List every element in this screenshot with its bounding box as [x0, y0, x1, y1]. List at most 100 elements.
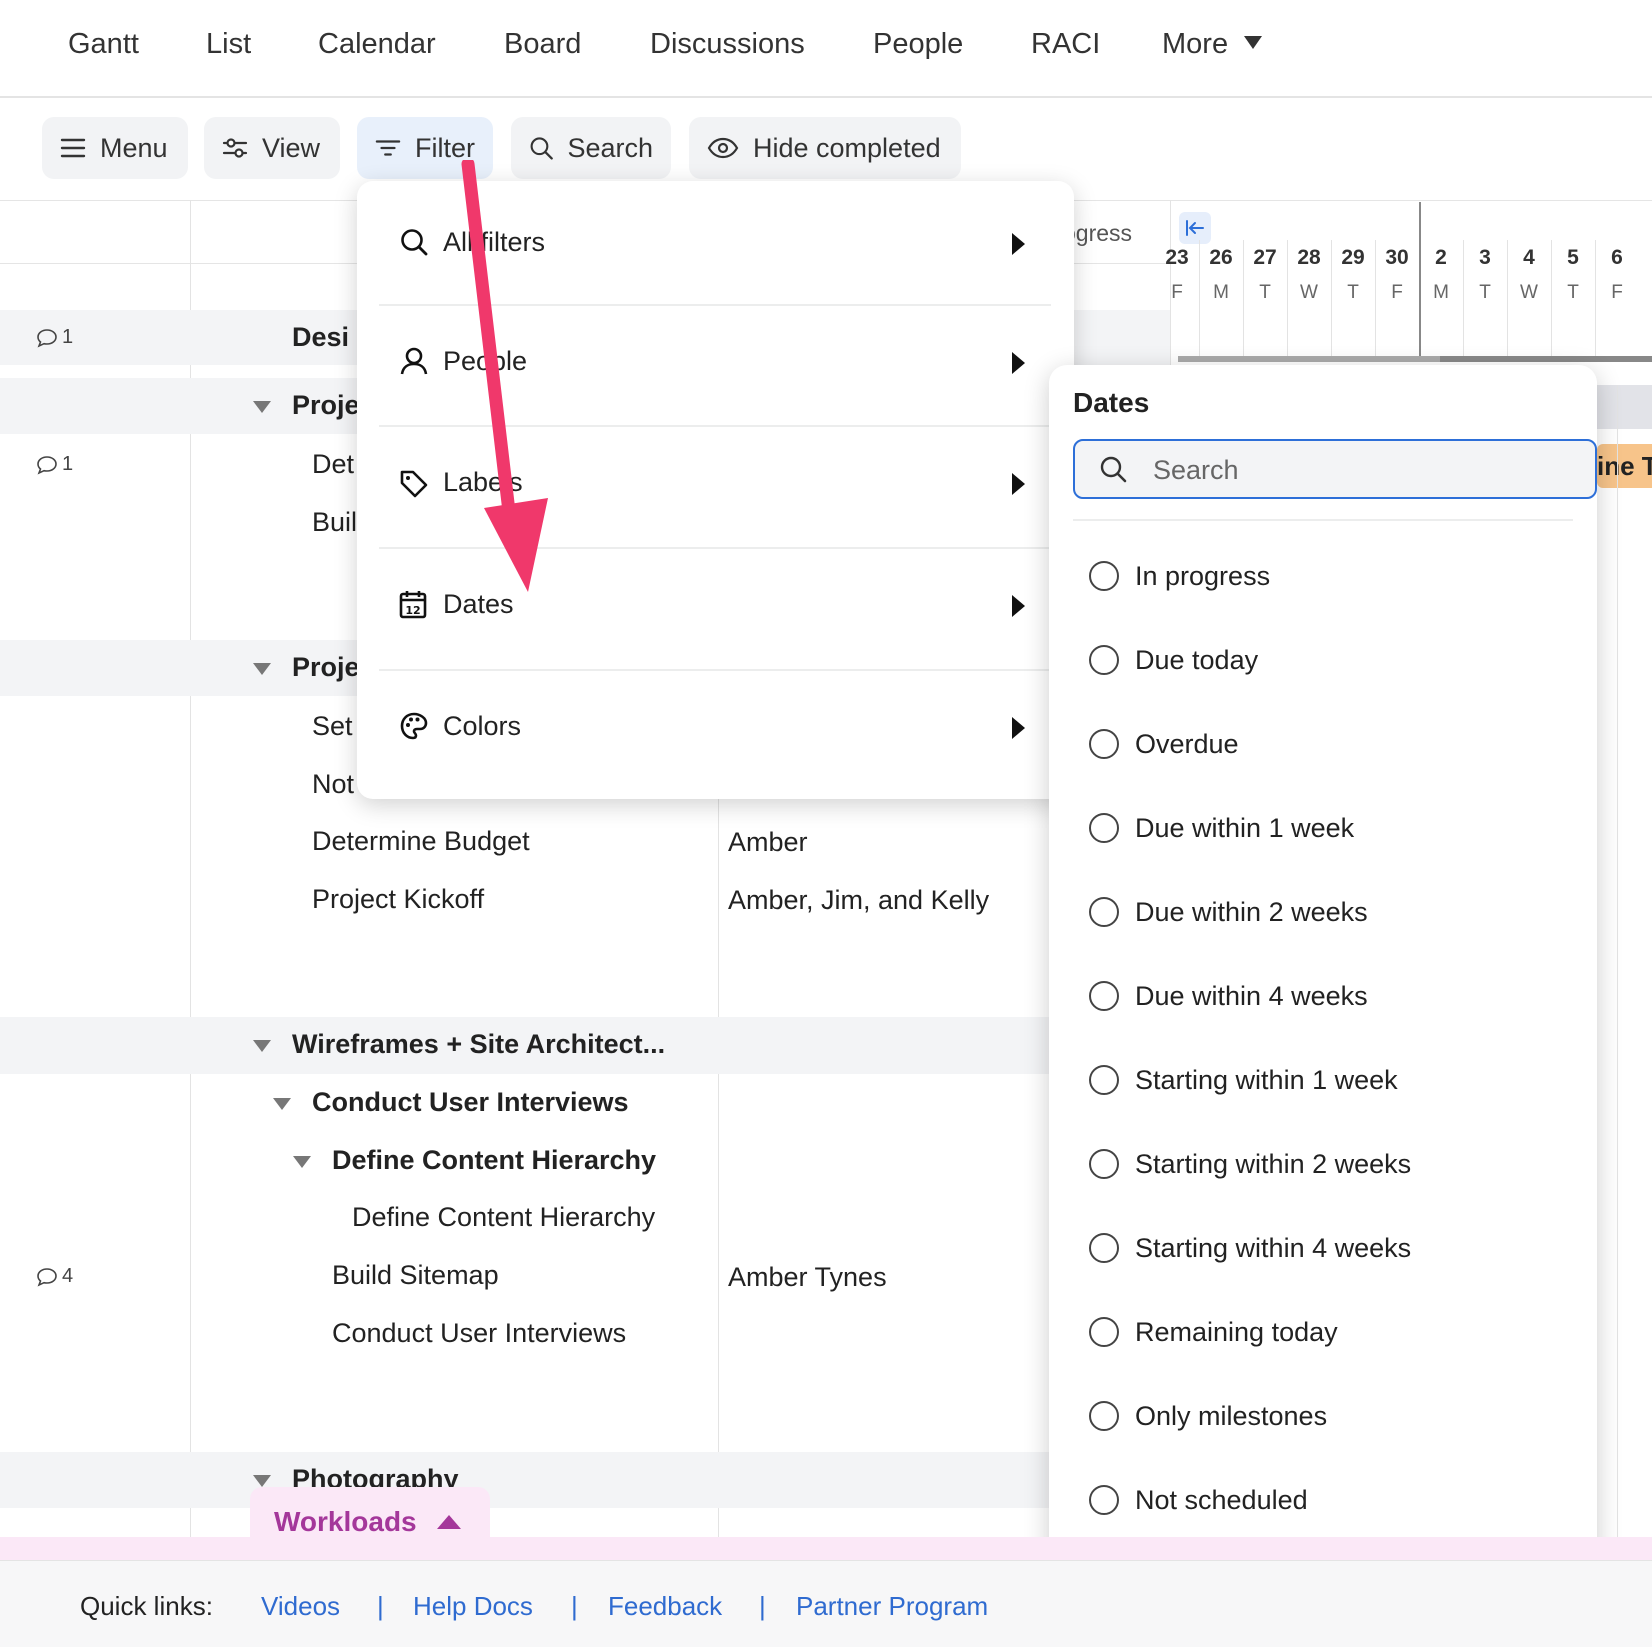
gantt-day-number: 27 — [1253, 246, 1277, 269]
chevron-right-icon — [1012, 717, 1025, 739]
radio-button[interactable] — [1089, 1401, 1119, 1431]
date-filter-option[interactable]: Starting within 2 weeks — [1089, 1144, 1411, 1184]
footer-link-partner-program[interactable]: Partner Program — [796, 1591, 988, 1622]
nav-gantt[interactable]: Gantt — [68, 28, 139, 61]
filter-menu-label: Colors — [443, 711, 522, 741]
collapse-triangle-icon[interactable] — [253, 663, 271, 675]
radio-button[interactable] — [1089, 1149, 1119, 1179]
task-row-title[interactable]: Proje — [292, 390, 360, 421]
chevron-right-icon — [1012, 233, 1025, 255]
footer-link-feedback[interactable]: Feedback — [608, 1591, 722, 1622]
collapse-triangle-icon[interactable] — [273, 1098, 291, 1110]
nav-more[interactable]: More — [1162, 28, 1263, 61]
task-row-title[interactable]: Set — [312, 711, 353, 742]
collapse-triangle-icon[interactable] — [253, 1475, 271, 1487]
collapse-triangle-icon[interactable] — [293, 1156, 311, 1168]
gantt-task-bar[interactable]: ine T — [1597, 444, 1652, 488]
nav-list[interactable]: List — [206, 28, 251, 61]
radio-button[interactable] — [1089, 561, 1119, 591]
radio-button[interactable] — [1089, 1065, 1119, 1095]
nav-people[interactable]: People — [873, 28, 963, 61]
gantt-day-number: 26 — [1209, 246, 1233, 269]
collapse-sidebar-button[interactable] — [1179, 212, 1211, 244]
comment-count-text: 1 — [62, 326, 74, 348]
comment-count[interactable]: 4 — [36, 1265, 73, 1288]
gantt-day-divider — [1595, 240, 1596, 356]
date-filter-option-label: Due today — [1135, 644, 1259, 675]
gantt-weekday: T — [1259, 282, 1271, 303]
task-row-title[interactable]: Buil — [312, 507, 357, 538]
arrow-left-to-line-icon — [1186, 220, 1204, 236]
date-filter-option[interactable]: Starting within 1 week — [1089, 1060, 1398, 1100]
date-filter-option[interactable]: Due today — [1089, 640, 1258, 680]
task-row-title[interactable]: Desi — [292, 322, 349, 353]
task-row-title[interactable]: Define Content Hierarchy — [352, 1202, 655, 1233]
comment-icon — [37, 328, 57, 348]
radio-button[interactable] — [1089, 981, 1119, 1011]
date-filter-option[interactable]: Due within 4 weeks — [1089, 976, 1368, 1016]
gantt-weekday: T — [1567, 282, 1579, 303]
task-row-title[interactable]: Wireframes + Site Architect... — [292, 1029, 665, 1060]
timeline-scroll-thumb[interactable] — [1440, 356, 1652, 362]
collapse-triangle-icon[interactable] — [253, 401, 271, 413]
gantt-day-number: 2 — [1435, 246, 1447, 269]
date-filter-option-label: Starting within 4 weeks — [1135, 1232, 1412, 1263]
date-filter-option[interactable]: Not scheduled — [1089, 1480, 1308, 1520]
radio-button[interactable] — [1089, 729, 1119, 759]
task-row-title[interactable]: Not — [312, 769, 354, 800]
task-row-title[interactable]: Determine Budget — [312, 826, 530, 857]
date-filter-option-label: Starting within 1 week — [1135, 1064, 1398, 1095]
workloads-toggle[interactable]: Workloads — [250, 1487, 490, 1557]
quick-links-label: Quick links: — [80, 1591, 213, 1621]
nav-board[interactable]: Board — [504, 28, 581, 61]
assignee-cell[interactable]: Amber Tynes — [728, 1262, 887, 1293]
radio-button[interactable] — [1089, 813, 1119, 843]
collapse-triangle-icon[interactable] — [253, 1040, 271, 1052]
nav-raci[interactable]: RACI — [1031, 28, 1100, 61]
date-filter-option[interactable]: Due within 1 week — [1089, 808, 1354, 848]
radio-button[interactable] — [1089, 1233, 1119, 1263]
date-filter-option[interactable]: Overdue — [1089, 724, 1239, 764]
task-row-title[interactable]: Define Content Hierarchy — [332, 1145, 656, 1176]
hide-completed-button[interactable]: Hide completed — [689, 117, 961, 179]
gantt-day-number: 29 — [1341, 246, 1365, 269]
nav-discussions[interactable]: Discussions — [650, 28, 805, 61]
assignee-cell[interactable]: Amber, Jim, and Kelly — [728, 885, 989, 916]
date-filter-option[interactable]: Starting within 4 weeks — [1089, 1228, 1411, 1268]
radio-button[interactable] — [1089, 645, 1119, 675]
radio-button[interactable] — [1089, 1317, 1119, 1347]
gantt-day-number: 28 — [1297, 246, 1321, 269]
radio-button[interactable] — [1089, 1485, 1119, 1515]
tag-icon — [400, 470, 428, 498]
date-filter-option[interactable]: Only milestones — [1089, 1396, 1327, 1436]
radio-button[interactable] — [1089, 897, 1119, 927]
sliders-icon — [222, 138, 248, 158]
gantt-weekday: F — [1611, 282, 1623, 303]
menu-button-label: Menu — [100, 132, 168, 163]
assignee-cell[interactable]: Amber — [728, 827, 808, 858]
comment-count[interactable]: 1 — [36, 453, 73, 476]
task-row-title[interactable]: Proje — [292, 652, 360, 683]
nav-calendar[interactable]: Calendar — [318, 28, 436, 61]
comment-count[interactable]: 1 — [36, 326, 73, 349]
task-row-title[interactable]: Build Sitemap — [332, 1260, 499, 1291]
task-row-title[interactable]: Conduct User Interviews — [312, 1087, 629, 1118]
task-row-title[interactable]: Conduct User Interviews — [332, 1318, 626, 1349]
filter-menu-item-colors[interactable]: Colors — [357, 671, 1074, 791]
chevron-right-icon — [1012, 352, 1025, 374]
date-filter-option[interactable]: In progress — [1089, 556, 1270, 596]
dates-search-input[interactable] — [1151, 451, 1575, 489]
task-row-title[interactable]: Project Kickoff — [312, 884, 484, 915]
task-row-title[interactable]: Det — [312, 449, 354, 480]
date-filter-option[interactable]: Remaining today — [1089, 1312, 1338, 1352]
menu-button[interactable]: Menu — [42, 117, 188, 179]
date-filter-option[interactable]: Due within 2 weeks — [1089, 892, 1368, 932]
gantt-column-line — [1617, 385, 1618, 1537]
dates-search-field[interactable] — [1073, 439, 1597, 499]
footer-link-help-docs[interactable]: Help Docs — [413, 1591, 533, 1622]
hamburger-icon — [60, 138, 86, 158]
view-button[interactable]: View — [204, 117, 340, 179]
footer-link-videos[interactable]: Videos — [261, 1591, 340, 1622]
view-button-label: View — [262, 132, 321, 163]
date-filter-option-label: Remaining today — [1135, 1316, 1338, 1347]
